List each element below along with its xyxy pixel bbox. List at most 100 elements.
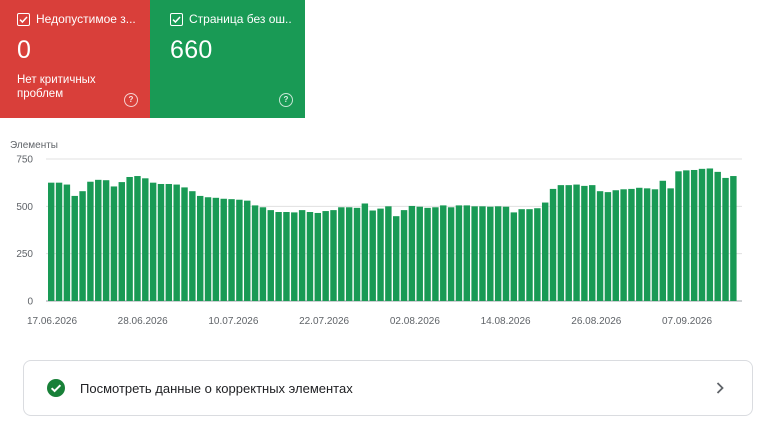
chart-bar[interactable] — [479, 206, 486, 301]
chart-bar[interactable] — [471, 206, 478, 301]
question-circle-icon[interactable]: ? — [279, 93, 293, 107]
chart-bar[interactable] — [604, 192, 612, 301]
chart-bar[interactable] — [63, 184, 71, 301]
chart-bar[interactable] — [683, 170, 690, 301]
chart-bar[interactable] — [306, 212, 314, 301]
chart-bar[interactable] — [518, 209, 525, 301]
chart-bar[interactable] — [440, 205, 447, 301]
error-card-value: 0 — [17, 36, 32, 64]
chart-bar[interactable] — [204, 197, 212, 301]
chart-bar[interactable] — [424, 207, 431, 301]
chart-bar[interactable] — [110, 186, 118, 301]
chart-bar[interactable] — [173, 184, 180, 301]
chart-bar[interactable] — [314, 212, 322, 301]
chart-bar[interactable] — [675, 171, 682, 301]
chart-bar[interactable] — [714, 171, 721, 301]
chart-bar[interactable] — [573, 184, 580, 301]
chart-bar[interactable] — [228, 199, 235, 301]
chart-bar[interactable] — [369, 210, 376, 302]
chart-bar[interactable] — [628, 188, 635, 301]
chart-bar[interactable] — [526, 209, 533, 301]
chart-bar[interactable] — [730, 176, 737, 301]
check-circle-icon — [47, 379, 65, 397]
chart-bar[interactable] — [71, 195, 78, 301]
chart-bar[interactable] — [596, 191, 604, 301]
chart-bar[interactable] — [275, 212, 282, 301]
chart-bar[interactable] — [494, 206, 502, 301]
chart-bar[interactable] — [385, 206, 392, 301]
chart-bar[interactable] — [244, 200, 251, 301]
chart-bar[interactable] — [220, 198, 227, 301]
chart-bar[interactable] — [55, 182, 63, 301]
chart-bar[interactable] — [48, 182, 55, 301]
chart-bar[interactable] — [416, 206, 423, 301]
chart-bar[interactable] — [377, 208, 384, 301]
chart-bar[interactable] — [322, 211, 329, 301]
chart-bar[interactable] — [181, 187, 188, 301]
chart-bar[interactable] — [565, 185, 572, 301]
chart-bar[interactable] — [157, 183, 165, 301]
chart-bar[interactable] — [620, 189, 627, 301]
chart-bar[interactable] — [690, 169, 698, 301]
chart-bar[interactable] — [502, 206, 510, 301]
chart-bar[interactable] — [212, 197, 220, 301]
chart-bar[interactable] — [651, 189, 659, 301]
chart-bar[interactable] — [589, 185, 596, 301]
valid-status-card[interactable]: Страница без ош... 660 ? — [150, 0, 305, 118]
chart-bar[interactable] — [189, 191, 196, 301]
chart-bar[interactable] — [447, 207, 455, 301]
chart-bar[interactable] — [330, 210, 337, 301]
chart-bar[interactable] — [722, 177, 729, 301]
chart-bar[interactable] — [338, 207, 345, 301]
chart-bar[interactable] — [196, 195, 204, 301]
x-tick-label: 17.06.2026 — [27, 316, 77, 327]
chart-bar[interactable] — [79, 191, 86, 301]
chart-bar[interactable] — [142, 178, 149, 301]
chart-bar[interactable] — [345, 207, 353, 301]
chart-bar[interactable] — [400, 210, 408, 301]
chart-bar[interactable] — [236, 199, 243, 301]
chart-bar[interactable] — [251, 205, 259, 301]
chart-bar[interactable] — [487, 206, 494, 301]
chart-bar[interactable] — [463, 205, 470, 301]
chart-bar[interactable] — [134, 176, 141, 301]
chart-bar[interactable] — [643, 188, 651, 301]
chart-bar[interactable] — [612, 190, 619, 301]
chart-bar[interactable] — [549, 188, 557, 301]
question-circle-icon[interactable]: ? — [124, 93, 138, 107]
chart-bar[interactable] — [534, 208, 541, 301]
chart-bar[interactable] — [557, 185, 565, 301]
checkbox-icon[interactable] — [17, 12, 30, 26]
chart-bar[interactable] — [510, 212, 518, 301]
chart-bar[interactable] — [393, 216, 400, 301]
chart-bar[interactable] — [283, 212, 290, 301]
chart-bar[interactable] — [636, 187, 643, 301]
chart-bar[interactable] — [291, 212, 298, 301]
error-status-card[interactable]: Недопустимое з... 0 Нет критичных пробле… — [0, 0, 150, 118]
chart-bar[interactable] — [541, 202, 549, 301]
chart-bar[interactable] — [126, 176, 133, 301]
chart-bar[interactable] — [95, 179, 102, 301]
chart-bar[interactable] — [267, 210, 274, 301]
checkbox-icon[interactable] — [170, 12, 183, 26]
chart-bar[interactable] — [298, 210, 306, 301]
chart-bar[interactable] — [432, 207, 439, 301]
chart-bar[interactable] — [118, 182, 125, 301]
chart-bar[interactable] — [455, 205, 463, 301]
chart-bar[interactable] — [706, 168, 714, 301]
chart-bar[interactable] — [87, 181, 94, 301]
chart-bar[interactable] — [353, 207, 361, 301]
view-valid-items-link[interactable]: Посмотреть данные о корректных элементах — [23, 360, 753, 416]
view-valid-items-text: Посмотреть данные о корректных элементах — [80, 380, 353, 396]
chart-bar[interactable] — [659, 180, 667, 301]
chart-bar[interactable] — [361, 203, 369, 301]
chart-bar[interactable] — [165, 183, 173, 301]
chart-bar[interactable] — [102, 180, 110, 301]
chart-bar[interactable] — [698, 168, 706, 301]
chart-bar[interactable] — [581, 185, 588, 301]
chart-bar[interactable] — [408, 205, 416, 301]
chart-bar[interactable] — [667, 188, 674, 301]
chart-bar[interactable] — [259, 207, 267, 301]
chart-bar[interactable] — [149, 182, 157, 301]
y-tick-label: 0 — [27, 297, 33, 308]
